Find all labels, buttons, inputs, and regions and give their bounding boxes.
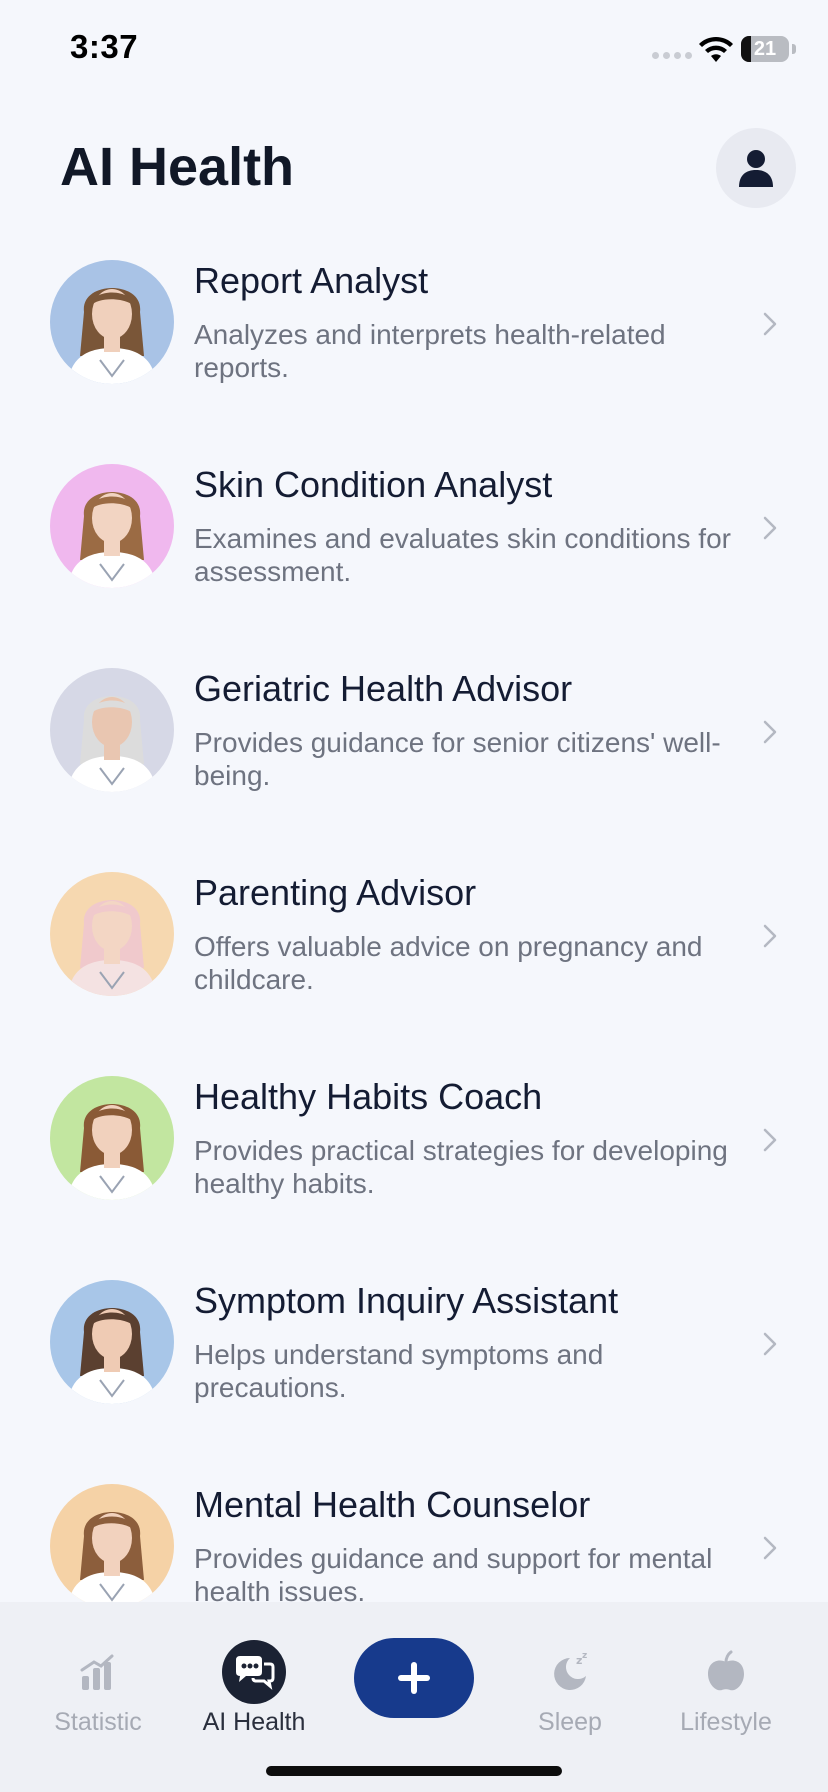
advisor-name: Geriatric Health Advisor	[194, 668, 573, 709]
advisor-avatar	[50, 668, 174, 792]
battery-tip	[792, 44, 796, 54]
apple-icon	[708, 1650, 744, 1691]
advisor-name: Skin Condition Analyst	[194, 464, 553, 505]
advisor-item[interactable]: Report Analyst Analyzes and interprets he…	[0, 218, 828, 422]
battery-level: 21	[753, 38, 777, 60]
advisor-name: Mental Health Counselor	[194, 1484, 591, 1525]
wifi-icon	[699, 36, 733, 62]
chevron-right-icon	[763, 924, 777, 948]
advisor-item[interactable]: Mental Health Counselor Provides guidance…	[0, 1442, 828, 1602]
status-bar: 3:37 21	[0, 0, 828, 100]
cellular-signal-icon	[652, 52, 692, 59]
tab-label: Sleep	[538, 1708, 602, 1736]
advisor-description: Provides guidance for senior citizens' w…	[194, 727, 721, 791]
chevron-right-icon	[763, 1332, 777, 1356]
svg-text:z: z	[582, 1651, 587, 1661]
status-time: 3:37	[70, 28, 139, 65]
advisor-avatar	[50, 1076, 174, 1200]
advisor-description: Helps understand symptoms and precaution…	[194, 1339, 604, 1403]
advisor-item[interactable]: Symptom Inquiry Assistant Helps understan…	[0, 1238, 828, 1442]
advisor-avatar	[50, 1484, 174, 1602]
advisor-description: Provides practical strategies for develo…	[194, 1135, 728, 1199]
plus-icon	[398, 1662, 430, 1694]
advisor-avatar	[50, 1280, 174, 1404]
home-indicator	[266, 1766, 562, 1776]
tab-label: Statistic	[54, 1708, 142, 1736]
advisor-item[interactable]: Parenting Advisor Offers valuable advice …	[0, 830, 828, 1034]
advisor-item[interactable]: Healthy Habits Coach Provides practical s…	[0, 1034, 828, 1238]
advisor-description: Analyzes and interprets health-related r…	[194, 319, 666, 383]
chevron-right-icon	[763, 312, 777, 336]
battery-icon: 21	[741, 36, 789, 62]
advisor-list: Report Analyst Analyzes and interprets he…	[0, 218, 828, 1602]
add-button[interactable]	[354, 1638, 474, 1718]
tab-ai-health[interactable]: AI Health	[184, 1640, 324, 1737]
moon-zz-icon: z z	[554, 1651, 587, 1690]
chevron-right-icon	[763, 720, 777, 744]
advisor-description: Offers valuable advice on pregnancy and …	[194, 931, 703, 995]
advisor-avatar	[50, 464, 174, 588]
advisor-item[interactable]: Skin Condition Analyst Examines and evalu…	[0, 422, 828, 626]
advisor-avatar	[50, 260, 174, 384]
person-icon	[739, 150, 773, 187]
bar-chart-icon	[80, 1654, 114, 1690]
chevron-right-icon	[763, 1128, 777, 1152]
advisor-name: Parenting Advisor	[194, 872, 477, 913]
advisor-description: Provides guidance and support for mental…	[194, 1543, 713, 1602]
tab-bar: Statistic AI Health z z Sleep Lifestyle	[0, 1602, 828, 1792]
advisor-name: Healthy Habits Coach	[194, 1076, 543, 1117]
tab-lifestyle[interactable]: Lifestyle	[656, 1640, 796, 1737]
tab-label: AI Health	[202, 1708, 306, 1736]
tab-sleep[interactable]: z z Sleep	[500, 1640, 640, 1737]
chat-bubbles-icon	[236, 1656, 275, 1690]
chevron-right-icon	[763, 516, 777, 540]
chevron-right-icon	[763, 1536, 777, 1560]
advisor-name: Report Analyst	[194, 260, 429, 301]
page-title: AI Health	[60, 137, 295, 197]
profile-button[interactable]	[716, 128, 796, 208]
tab-label: Lifestyle	[680, 1708, 772, 1736]
advisor-avatar	[50, 872, 174, 996]
tab-statistic[interactable]: Statistic	[28, 1640, 168, 1737]
advisor-item[interactable]: Geriatric Health Advisor Provides guidanc…	[0, 626, 828, 830]
advisor-name: Symptom Inquiry Assistant	[194, 1280, 619, 1321]
advisor-description: Examines and evaluates skin conditions f…	[194, 523, 731, 587]
